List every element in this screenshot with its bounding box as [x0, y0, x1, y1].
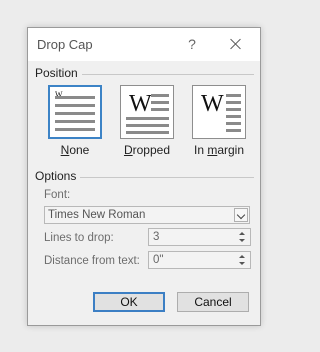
font-select[interactable]: Times New Roman [44, 206, 250, 224]
font-label: Font: [44, 189, 71, 201]
position-dropped-label: Dropped [123, 143, 171, 157]
help-button[interactable]: ? [181, 34, 203, 54]
position-none-icon: W [48, 85, 102, 139]
font-select-value: Times New Roman [48, 209, 146, 221]
w-glyph: W [129, 91, 152, 117]
cancel-button[interactable]: Cancel [177, 292, 249, 312]
position-none-label: None [60, 143, 90, 157]
dialog-title: Drop Cap [37, 37, 93, 52]
lines-to-drop-spinner[interactable]: 3 [148, 228, 251, 246]
lines-spin-buttons [236, 230, 249, 244]
spin-down-icon[interactable] [236, 260, 249, 267]
distance-spin-buttons [236, 253, 249, 267]
position-group-label: Position [35, 66, 78, 80]
close-icon[interactable] [225, 34, 247, 54]
distance-from-text-value[interactable]: 0" [153, 254, 163, 266]
w-glyph: W [201, 91, 224, 117]
distance-from-text-spinner[interactable]: 0" [148, 251, 251, 269]
lines-to-drop-label: Lines to drop: [44, 232, 114, 244]
spin-up-icon[interactable] [236, 253, 249, 260]
position-dropped-icon: W [120, 85, 174, 139]
options-group-label: Options [35, 169, 77, 183]
chevron-down-icon[interactable] [234, 208, 248, 222]
options-divider [80, 177, 254, 178]
ok-button[interactable]: OK [93, 292, 165, 312]
title-bar: Drop Cap ? [28, 28, 260, 61]
drop-cap-dialog: Drop Cap ? Position W None W Dropped W I… [27, 27, 261, 326]
position-in-margin-icon: W [192, 85, 246, 139]
lines-to-drop-value[interactable]: 3 [153, 231, 159, 243]
spin-up-icon[interactable] [236, 230, 249, 237]
spin-down-icon[interactable] [236, 237, 249, 244]
distance-from-text-label: Distance from text: [44, 255, 140, 267]
position-in-margin-label: In margin [193, 143, 245, 157]
position-divider [82, 74, 254, 75]
